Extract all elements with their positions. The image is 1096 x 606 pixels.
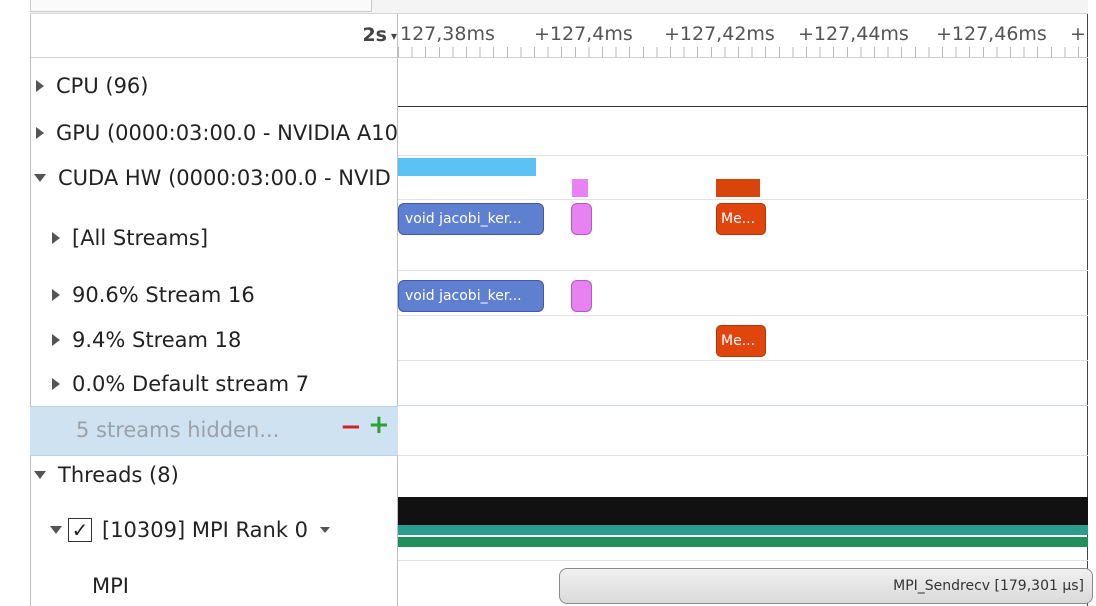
row-separator [398,455,1088,456]
mpi-sendrecv-event[interactable]: MPI_Sendrecv [179,301 µs] [559,568,1093,604]
row-separator [398,560,1088,561]
cuda-hw-kernel-overview[interactable] [398,158,536,176]
tick-label: +127,42ms [664,23,775,45]
row-label-text: [10309] MPI Rank 0 [102,518,309,542]
tick-label: + [1070,23,1086,45]
memcpy-event[interactable]: Me... [716,203,766,235]
chevron-down-icon: ▾ [390,28,397,43]
row-separator [398,155,1088,156]
hide-stream-button[interactable]: − [340,412,362,442]
kernel-event-label: void jacobi_ker... [405,288,522,304]
triangle-down-icon[interactable] [34,471,46,479]
triangle-down-icon[interactable] [34,174,46,182]
triangle-right-icon[interactable] [52,289,60,301]
memcpy-event-label: Me... [721,333,756,349]
kernel-event[interactable]: void jacobi_ker... [398,280,544,312]
row-label-text: 90.6% Stream 16 [72,283,255,307]
row-separator [398,199,1088,200]
row-separator [398,405,1088,406]
triangle-right-icon[interactable] [36,127,44,139]
row-label-text: MPI [92,574,129,598]
row-separator [398,360,1088,361]
cuda-hw-memcpy-overview[interactable] [716,179,760,197]
row-all-streams[interactable]: [All Streams] [52,218,392,258]
show-stream-button[interactable]: + [368,410,390,440]
time-ruler[interactable]: 127,38ms +127,4ms +127,42ms +127,44ms +1… [398,14,1088,58]
row-cpu[interactable]: CPU (96) [36,66,391,106]
thread-state-bar[interactable] [398,537,1088,547]
triangle-right-icon[interactable] [52,334,60,346]
tick-label: +127,44ms [798,23,909,45]
row-default-stream[interactable]: 0.0% Default stream 7 [52,364,392,404]
memcpy-event-label: Me... [721,211,756,227]
row-label-text: 9.4% Stream 18 [72,328,242,352]
row-separator [398,106,1088,107]
row-stream-16[interactable]: 90.6% Stream 16 [52,275,392,315]
row-gpu[interactable]: GPU (0000:03:00.0 - NVIDIA A10 [36,113,397,153]
row-label-text: [All Streams] [72,226,209,250]
kernel-event[interactable]: void jacobi_ker... [398,203,544,235]
triangle-right-icon[interactable] [36,80,44,92]
triangle-right-icon[interactable] [52,378,60,390]
row-separator [398,270,1088,271]
memcpy-event[interactable]: Me... [716,325,766,357]
row-label-text: 0.0% Default stream 7 [72,372,310,396]
memset-event[interactable] [571,280,592,312]
triangle-down-icon[interactable] [50,526,62,534]
cuda-hw-memset-overview[interactable] [572,179,588,197]
row-label-text: Threads (8) [58,463,179,487]
tick-label: +127,46ms [936,23,1047,45]
zoom-selector[interactable]: 2s ▾ [362,24,397,46]
row-mpi-rank[interactable]: ✓ [10309] MPI Rank 0 [50,510,390,550]
ruler-header-left: 2s ▾ [30,14,398,58]
tick-label: +127,4ms [534,23,633,45]
kernel-event-label: void jacobi_ker... [405,211,522,227]
row-cuda-hw[interactable]: CUDA HW (0000:03:00.0 - NVID [34,158,397,198]
thread-state-bar[interactable] [398,525,1088,535]
mpi-event-label: MPI_Sendrecv [179,301 µs] [893,578,1084,594]
thread-activity-bar[interactable] [398,497,1088,525]
ruler-minor-ticks [398,47,1088,57]
row-threads[interactable]: Threads (8) [34,455,374,495]
memset-event[interactable] [571,203,592,235]
triangle-right-icon[interactable] [52,232,60,244]
row-separator [398,315,1088,316]
hidden-streams-label: 5 streams hidden... [76,418,280,442]
thread-visibility-checkbox[interactable]: ✓ [68,518,92,542]
row-stream-18[interactable]: 9.4% Stream 18 [52,320,392,360]
zoom-value: 2s [362,24,387,46]
top-toolbar-slot [30,0,372,12]
row-label-text: CPU (96) [56,74,149,98]
tick-label: 127,38ms [400,23,495,45]
chevron-down-icon[interactable] [320,527,331,533]
row-label-text: GPU (0000:03:00.0 - NVIDIA A10 [56,121,397,145]
row-label-text: CUDA HW (0000:03:00.0 - NVID [58,166,391,190]
row-mpi[interactable]: MPI [92,566,292,606]
